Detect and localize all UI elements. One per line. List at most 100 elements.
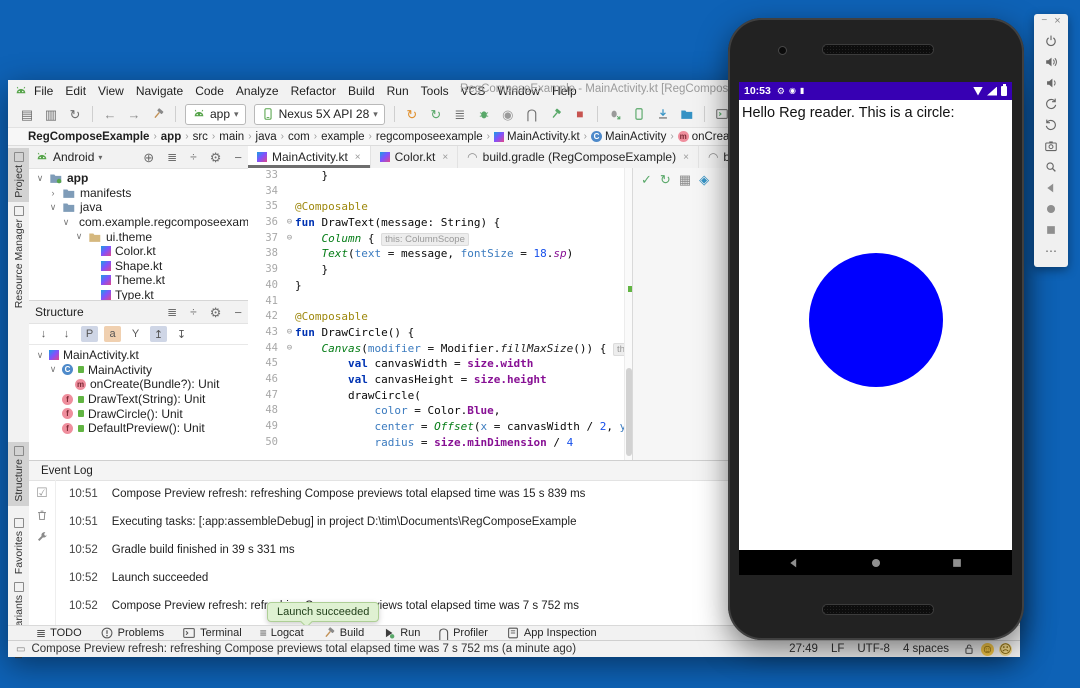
back-nav-icon[interactable] <box>787 556 801 570</box>
device-explorer-icon[interactable] <box>676 104 698 124</box>
code-line[interactable]: 38 Text(text = message, fontSize = 18.sp… <box>248 246 624 262</box>
hide-icon[interactable]: − <box>234 306 242 319</box>
gear-icon[interactable]: ⚙ <box>210 306 222 319</box>
trash-icon[interactable] <box>35 508 49 522</box>
show-fields-icon[interactable]: a <box>104 326 121 342</box>
check-icon[interactable]: ✓ <box>641 173 652 186</box>
hide-icon[interactable]: − <box>234 151 242 164</box>
build-hammer-icon[interactable] <box>147 104 169 124</box>
structure-tree-item[interactable]: ∨CMainActivity <box>29 363 248 378</box>
happy-face-icon[interactable]: ☺ <box>981 643 994 656</box>
code-line[interactable]: 42@Composable <box>248 309 624 325</box>
apply-changes-icon[interactable]: ↻ <box>401 104 423 124</box>
sdk-manager-icon[interactable] <box>652 104 674 124</box>
indent-indicator[interactable]: 4 spaces <box>903 643 949 655</box>
breadcrumb-item[interactable]: CMainActivity <box>591 131 666 143</box>
code-line[interactable]: 50 radius = size.minDimension / 4 <box>248 435 624 451</box>
open-folder-icon[interactable]: ▤ <box>16 104 38 124</box>
menu-build[interactable]: Build <box>342 83 381 99</box>
layers-icon[interactable]: ◈ <box>699 173 709 186</box>
breadcrumb-item[interactable]: regcomposeexample <box>376 131 483 143</box>
project-tree-item[interactable]: ∨com.example.regcomposeexample <box>29 215 248 230</box>
volume-up-icon[interactable] <box>1044 51 1058 72</box>
code-line[interactable]: 45 val canvasWidth = size.width <box>248 356 624 372</box>
breadcrumb-item[interactable]: src <box>193 131 208 143</box>
line-ending-indicator[interactable]: LF <box>831 643 844 655</box>
project-tree-item[interactable]: Type.kt <box>29 288 248 300</box>
breadcrumb-item[interactable]: main <box>219 131 244 143</box>
run-list-icon[interactable]: ≣ <box>449 104 471 124</box>
device-manager-icon[interactable] <box>628 104 650 124</box>
menu-edit[interactable]: Edit <box>59 83 92 99</box>
menu-file[interactable]: File <box>28 83 59 99</box>
profile-icon[interactable]: ⋂ <box>521 104 543 124</box>
rotate-right-icon[interactable] <box>1044 114 1058 135</box>
back-nav-icon[interactable] <box>1044 177 1058 198</box>
scroll-to-source-icon[interactable]: ↥ <box>150 326 167 342</box>
code-line[interactable]: 44⊖ Canvas(modifier = Modifier.fillMaxSi… <box>248 341 624 357</box>
close-icon[interactable]: × <box>442 152 448 163</box>
device-select[interactable]: Nexus 5X API 28▾ <box>254 104 385 125</box>
filter-icon[interactable]: Y <box>127 326 144 342</box>
apply-code-changes-icon[interactable]: ↻ <box>425 104 447 124</box>
apply-restart-icon[interactable] <box>545 104 567 124</box>
breadcrumb-item[interactable]: RegComposeExample <box>28 131 149 143</box>
volume-down-icon[interactable] <box>1044 72 1058 93</box>
power-icon[interactable] <box>1044 30 1058 51</box>
breadcrumb-item[interactable]: example <box>321 131 364 143</box>
camera-icon[interactable] <box>1044 135 1058 156</box>
menu-run[interactable]: Run <box>381 83 415 99</box>
structure-tree-item[interactable]: fDrawText(String): Unit <box>29 392 248 407</box>
code-line[interactable]: 37⊖ Column { this: ColumnScope <box>248 231 624 247</box>
breadcrumb-item[interactable]: com <box>288 131 310 143</box>
phone-screen[interactable]: 10:53⚙◉▮ Hello Reg reader. This is a cir… <box>739 82 1012 575</box>
tool-stripe-project[interactable]: Project <box>8 148 29 202</box>
sort-alpha-icon[interactable]: ↓ <box>58 326 75 342</box>
debug-icon[interactable] <box>473 104 495 124</box>
expand-all-icon[interactable]: ≣ <box>167 306 177 319</box>
home-nav-icon[interactable] <box>1044 198 1058 219</box>
toolwindow-build[interactable]: Build <box>322 626 364 640</box>
menu-view[interactable]: View <box>92 83 130 99</box>
code-line[interactable]: 40} <box>248 278 624 294</box>
expand-all-icon[interactable]: ≣ <box>167 151 177 164</box>
code-line[interactable]: 41 <box>248 294 624 310</box>
code-line[interactable]: 36⊖fun DrawText(message: String) { <box>248 215 624 231</box>
code-line[interactable]: 35@Composable <box>248 199 624 215</box>
show-properties-icon[interactable]: P <box>81 326 98 342</box>
caret-position[interactable]: 27:49 <box>789 643 818 655</box>
close-icon[interactable]: × <box>355 152 361 163</box>
structure-tree-item[interactable]: monCreate(Bundle?): Unit <box>29 377 248 392</box>
menu-refactor[interactable]: Refactor <box>285 83 342 99</box>
forward-arrow-icon[interactable]: → <box>123 104 145 124</box>
breadcrumb-item[interactable]: MainActivity.kt <box>494 131 580 143</box>
menu-analyze[interactable]: Analyze <box>230 83 285 99</box>
lock-icon[interactable] <box>962 642 976 656</box>
tool-stripe-resource-manager[interactable]: Resource Manager <box>8 202 29 312</box>
project-tree-item[interactable]: ∨ui.theme <box>29 229 248 244</box>
project-tree-item[interactable]: Theme.kt <box>29 273 248 288</box>
editor-tab-color-kt[interactable]: Color.kt× <box>371 146 459 168</box>
overview-nav-icon[interactable] <box>950 556 964 570</box>
sync-icon[interactable]: ↻ <box>64 104 86 124</box>
code-line[interactable]: 34 <box>248 184 624 200</box>
code-line[interactable]: 39 } <box>248 262 624 278</box>
close-icon[interactable]: × <box>1054 16 1060 27</box>
launch-succeeded-balloon[interactable]: Launch succeeded <box>267 602 379 622</box>
code-line[interactable]: 46 val canvasHeight = size.height <box>248 372 624 388</box>
tool-stripe-structure[interactable]: Structure <box>8 442 29 506</box>
project-view-selector[interactable]: Android <box>53 150 94 164</box>
editor-tab-build-gradle-regcomposeexample-[interactable]: ◠build.gradle (RegComposeExample)× <box>458 146 699 168</box>
menu-code[interactable]: Code <box>189 83 230 99</box>
code-editor[interactable]: 33 }3435@Composable36⊖fun DrawText(messa… <box>248 168 624 460</box>
project-tree-item[interactable]: ∨app <box>29 171 248 186</box>
run-config-select[interactable]: app▾ <box>185 104 246 125</box>
toolwindow-problems[interactable]: Problems <box>100 626 164 640</box>
overview-nav-icon[interactable] <box>1044 219 1058 240</box>
breadcrumb-item[interactable]: java <box>256 131 277 143</box>
layout-icon[interactable]: ▦ <box>679 173 691 186</box>
save-all-icon[interactable]: ▥ <box>40 104 62 124</box>
scroll-from-source-icon[interactable]: ↧ <box>173 326 190 342</box>
toolwindow-terminal[interactable]: Terminal <box>182 626 242 640</box>
rotate-left-icon[interactable] <box>1044 93 1058 114</box>
